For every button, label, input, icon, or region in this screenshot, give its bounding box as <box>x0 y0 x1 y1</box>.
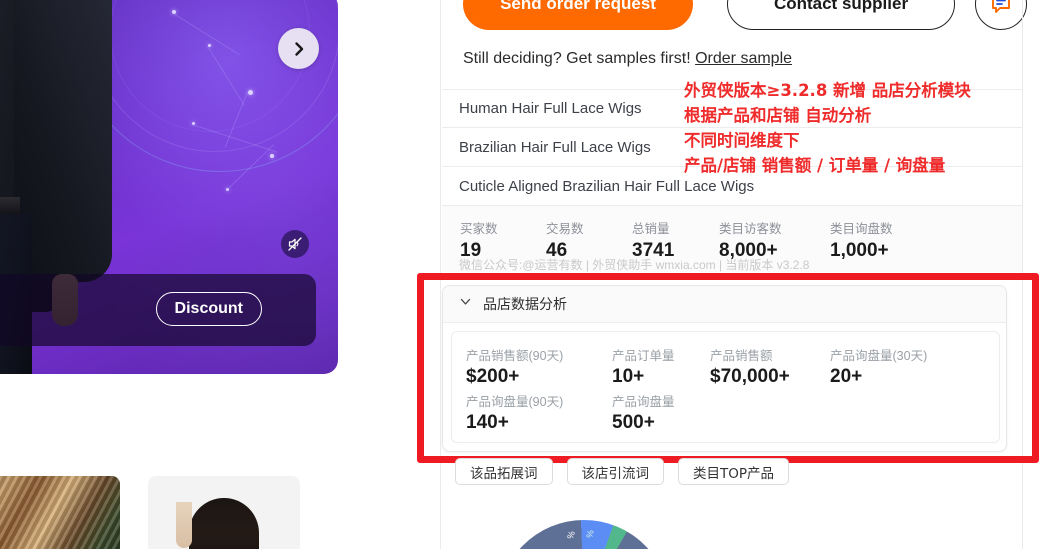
chevron-down-icon <box>459 295 472 313</box>
sample-prompt: Still deciding? Get samples first! Order… <box>463 50 792 68</box>
analysis-metric: 产品询盘量(90天) 140+ <box>466 391 563 434</box>
sample-prompt-text: Still deciding? Get samples first! <box>463 50 691 67</box>
decor-dot <box>270 154 274 158</box>
analysis-metric-label: 产品销售额(90天) <box>466 349 564 363</box>
stat-label: 交易数 <box>546 222 584 236</box>
chat-bubble-icon[interactable] <box>975 0 1027 30</box>
analysis-metric-label: 产品询盘量 <box>612 395 675 409</box>
store-analysis-card: 品店数据分析 产品销售额(90天) $200+ 产品订单量 10+ 产品销售额 $70,0… <box>442 285 1007 452</box>
order-sample-link[interactable]: Order sample <box>695 50 792 67</box>
thumbnail-hair-blonde[interactable] <box>0 476 120 549</box>
analysis-card-header[interactable]: 品店数据分析 <box>443 286 1006 323</box>
stat-label: 买家数 <box>460 222 498 236</box>
annotation-line: 根据产品和店铺 自动分析 <box>684 106 872 125</box>
banner-action-bar: ample Discount <box>0 274 316 346</box>
panel-divider <box>1022 0 1023 549</box>
category-pie-chart: % % <box>498 520 670 549</box>
thumbnail-strip <box>0 476 340 549</box>
analysis-metric: 产品销售额 $70,000+ <box>710 345 790 388</box>
product-media-column: ample Discount <box>0 0 340 549</box>
wig-hair <box>189 498 259 549</box>
analysis-metric-value: $200+ <box>466 366 520 387</box>
speaker-mute-icon[interactable] <box>281 230 309 258</box>
chevron-right-icon[interactable] <box>278 28 319 69</box>
keyword-tag-button[interactable]: 该品拓展词 <box>455 458 553 485</box>
analysis-metric-value: 10+ <box>612 366 645 387</box>
analysis-metric-value: 140+ <box>466 412 509 433</box>
analysis-card-title: 品店数据分析 <box>483 296 567 312</box>
keyword-tag-button[interactable]: 类目TOP产品 <box>678 458 790 485</box>
analysis-metric: 产品询盘量 500+ <box>612 391 675 434</box>
watermark-text: 微信公众号:@运营有数 | 外贸侠助手 wmxia.com | 当前版本 v3.… <box>459 258 810 272</box>
stat-item: 类目询盘数 1,000+ <box>830 218 893 262</box>
stat-value: 1,000+ <box>830 240 889 261</box>
wig-lace-part <box>176 502 192 548</box>
screenshot-root: ample Discount Send order request Contac… <box>0 0 1050 549</box>
analysis-metric: 产品销售额(90天) $200+ <box>466 345 563 388</box>
stat-label: 类目访客数 <box>719 222 782 236</box>
analysis-metric-label: 产品询盘量(90天) <box>466 395 564 409</box>
stat-label: 类目询盘数 <box>830 222 893 236</box>
model-belt <box>0 197 20 214</box>
annotation-line: 外贸侠版本≥3.2.8 新增 品店分析模块 <box>684 81 971 100</box>
analysis-metrics-grid: 产品销售额(90天) $200+ 产品订单量 10+ 产品销售额 $70,000+ 产品询盘… <box>451 331 1000 443</box>
analysis-metric-label: 产品销售额 <box>710 349 773 363</box>
analysis-metric-value: 20+ <box>830 366 863 387</box>
annotation-line: 产品/店铺 销售额 / 订单量 / 询盘量 <box>684 156 946 175</box>
analysis-metric-label: 产品订单量 <box>612 349 675 363</box>
analysis-metric: 产品询盘量(30天) 20+ <box>830 345 927 388</box>
discount-button[interactable]: Discount <box>155 292 262 326</box>
keyword-tag-row: 该品拓展词 该店引流词 类目TOP产品 <box>455 458 790 485</box>
product-video-banner[interactable]: ample Discount <box>0 0 338 374</box>
contact-supplier-button[interactable]: Contact supplier <box>727 0 955 30</box>
cta-row: Send order request Contact supplier <box>463 0 1027 34</box>
annotation-line: 不同时间维度下 <box>684 131 800 150</box>
analysis-metric-label: 产品询盘量(30天) <box>830 349 928 363</box>
send-order-request-button[interactable]: Send order request <box>463 0 693 30</box>
thumbnail-wig-bob[interactable] <box>148 476 300 549</box>
analysis-metric: 产品订单量 10+ <box>612 345 675 388</box>
analysis-metric-value: 500+ <box>612 412 655 433</box>
analysis-metric-value: $70,000+ <box>710 366 790 387</box>
stat-label: 总销量 <box>632 222 670 236</box>
annotation-text: 外贸侠版本≥3.2.8 新增 品店分析模块 根据产品和店铺 自动分析 不同时间维度下… <box>684 78 971 178</box>
decor-dot <box>248 90 253 95</box>
keyword-tag-button[interactable]: 该店引流词 <box>566 458 664 485</box>
